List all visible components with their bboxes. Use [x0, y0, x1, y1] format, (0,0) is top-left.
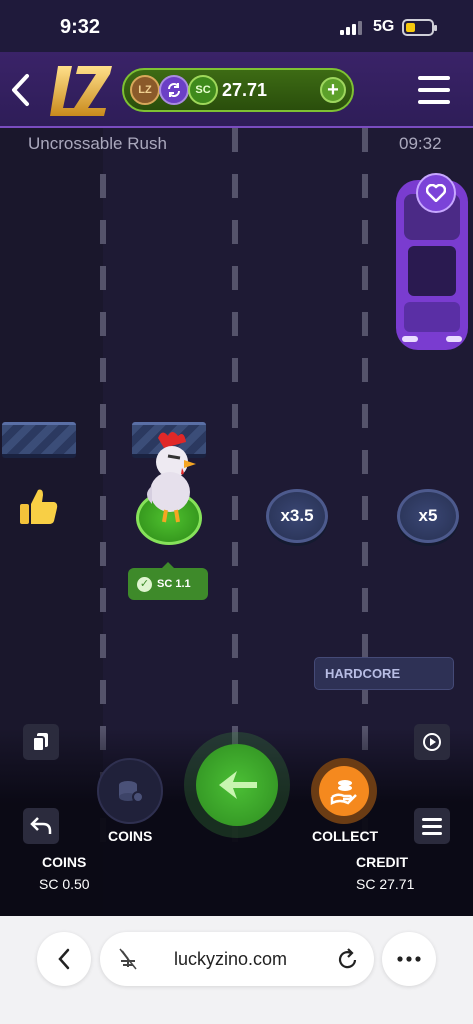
chicken-foot-arrow-icon	[219, 771, 257, 799]
road-barrier	[2, 422, 76, 458]
game-title: Uncrossable Rush	[28, 134, 167, 153]
coins-button[interactable]	[97, 758, 163, 824]
multiplier-tile[interactable]: x3.5	[266, 489, 328, 543]
browser-more-button[interactable]	[382, 932, 436, 986]
replay-button[interactable]	[414, 724, 450, 760]
address-bar[interactable]: luckyzino.com	[100, 932, 374, 986]
browser-toolbar: luckyzino.com	[0, 916, 473, 1024]
lz-logo[interactable]	[48, 60, 114, 120]
collect-button[interactable]	[311, 758, 377, 824]
add-funds-button[interactable]: +	[320, 77, 346, 103]
more-dots-icon	[397, 956, 421, 962]
copy-button[interactable]	[23, 724, 59, 760]
credit-stat-title: CREDIT	[356, 854, 409, 870]
game-menu-button[interactable]	[414, 808, 450, 844]
undo-button[interactable]	[23, 808, 59, 844]
current-win-value: SC 1.1	[157, 578, 191, 590]
difficulty-selector[interactable]: HARDCORE	[314, 657, 454, 690]
url-text: luckyzino.com	[174, 949, 288, 969]
current-win-badge: ✓ SC 1.1	[128, 562, 208, 600]
copy-icon	[32, 733, 48, 752]
chevron-left-icon	[58, 948, 70, 970]
lz-coin-icon[interactable]: LZ	[130, 75, 160, 105]
status-bar: 9:32 5G	[0, 0, 473, 52]
thumbs-up-icon	[20, 489, 58, 524]
network-label: 5G	[373, 18, 395, 35]
coins-stat-value: SC 0.50	[39, 876, 90, 892]
coins-stat-title: COINS	[42, 854, 87, 870]
chicken-character	[147, 432, 196, 523]
check-icon: ✓	[137, 576, 152, 592]
browser-back-button[interactable]	[37, 932, 91, 986]
collect-button-label: COLLECT	[312, 828, 379, 844]
credit-stat-value: SC 27.71	[356, 876, 415, 892]
signal-icon	[340, 21, 362, 35]
app-header: LZ SC 27.71 +	[0, 52, 473, 128]
coins-button-label: COINS	[108, 828, 153, 844]
favorite-heart-button[interactable]	[416, 173, 456, 213]
back-arrow-icon[interactable]	[8, 70, 34, 110]
undo-arrow-icon	[30, 817, 52, 834]
reload-icon[interactable]	[336, 946, 360, 972]
sc-coin-icon[interactable]: SC	[188, 75, 218, 105]
heart-icon	[426, 184, 446, 202]
status-time: 9:32	[60, 16, 101, 38]
wallet-balance[interactable]: LZ SC 27.71 +	[122, 68, 354, 112]
coins-stack-icon	[119, 781, 144, 803]
go-button[interactable]	[196, 744, 278, 826]
balance-amount: 27.71	[222, 80, 268, 100]
privacy-icon[interactable]	[118, 947, 138, 971]
game-board[interactable]: Uncrossable Rush 09:32 x3.5 x5 ✓ SC 1.1 …	[0, 128, 473, 916]
hamburger-menu-icon[interactable]	[418, 76, 450, 104]
replay-icon	[423, 733, 441, 751]
swap-icon[interactable]	[159, 75, 189, 105]
multiplier-tile[interactable]: x5	[397, 489, 459, 543]
battery-icon	[402, 19, 437, 36]
collect-coins-hand-icon	[330, 780, 357, 805]
game-clock: 09:32	[399, 134, 442, 153]
